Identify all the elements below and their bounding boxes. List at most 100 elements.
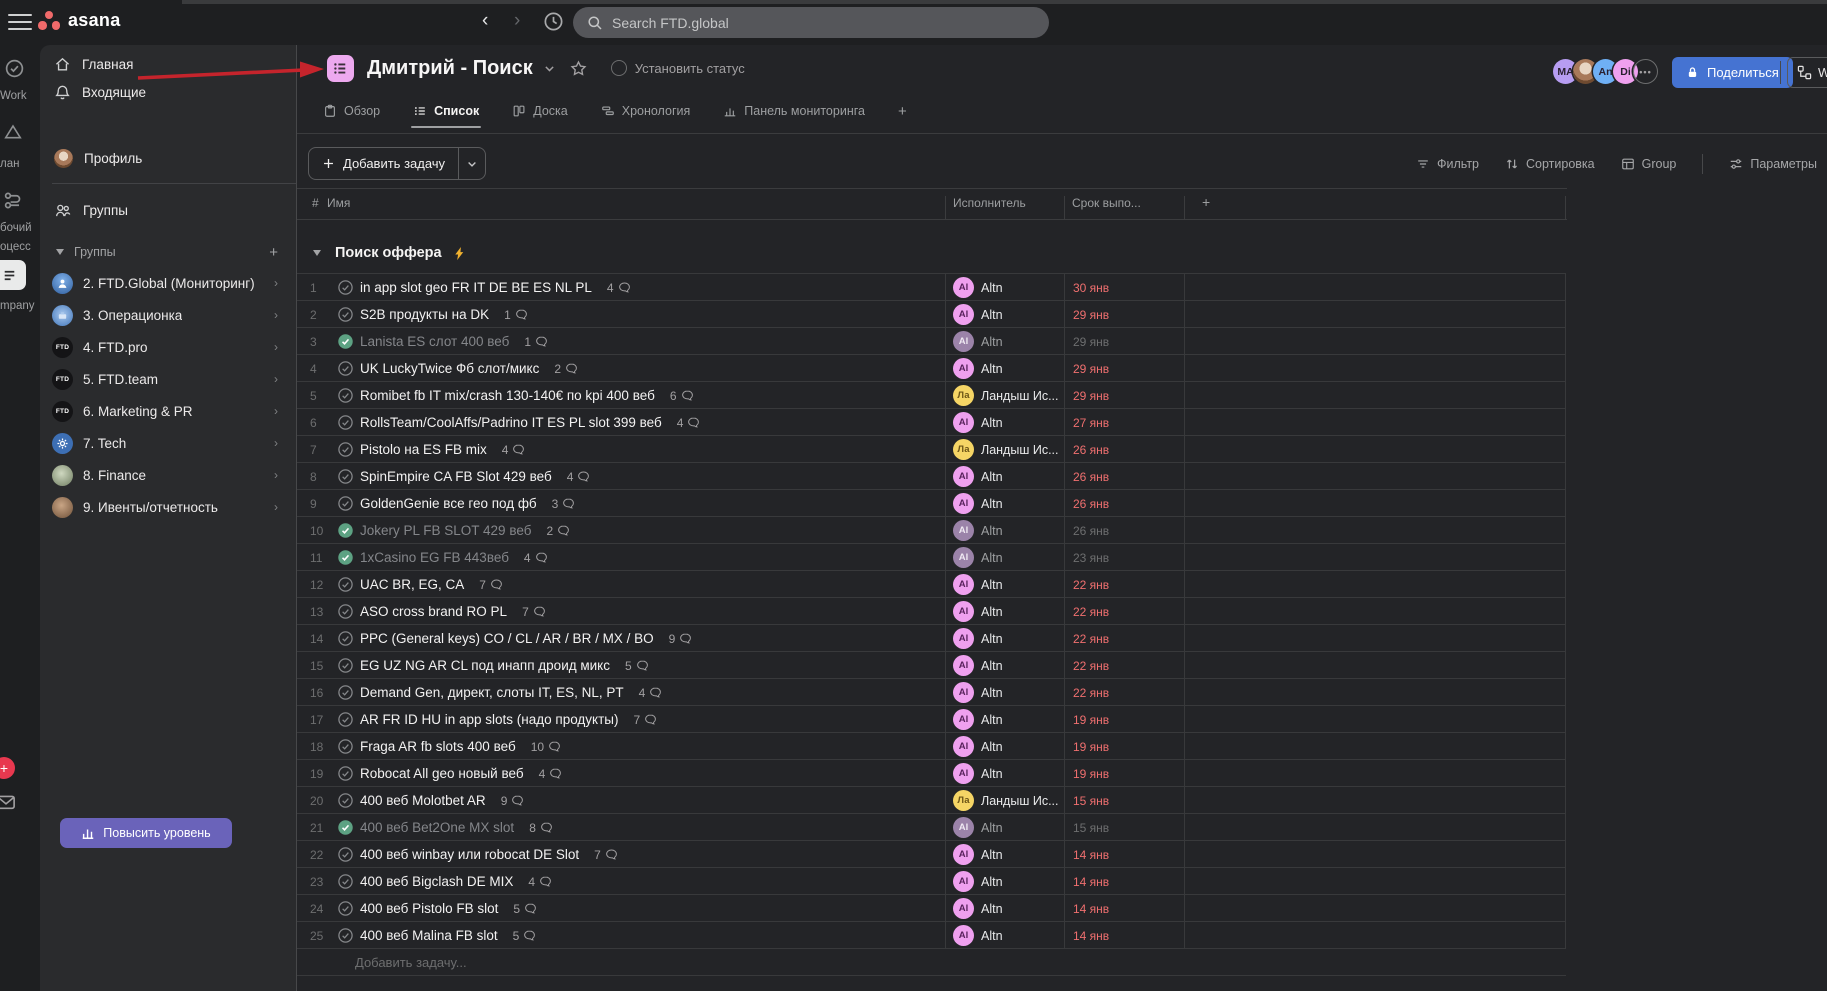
task-name[interactable]: 400 веб Molotbet AR <box>360 793 486 808</box>
task-row[interactable]: 1 in app slot geo FR IT DE BE ES NL PL 4 Al… <box>297 273 1566 301</box>
due-date-cell[interactable]: 29 янв <box>1064 301 1184 328</box>
due-date-cell[interactable]: 19 янв <box>1064 733 1184 760</box>
due-date-cell[interactable]: 30 янв <box>1064 274 1184 301</box>
tab-обзор[interactable]: Обзор <box>323 89 380 133</box>
chevron-right-icon[interactable]: › <box>274 276 278 290</box>
task-row[interactable]: 20 400 веб Molotbet AR 9 Ла Ландыш Ис... 15 я… <box>297 786 1566 814</box>
due-date-cell[interactable]: 22 янв <box>1064 652 1184 679</box>
assignee-cell[interactable]: Al Altn <box>945 625 1064 652</box>
section-header[interactable]: Поиск оффера <box>297 238 467 268</box>
task-row[interactable]: 4 UK LuckyTwice Фб слот/микс 2 Al Altn 29 янв <box>297 354 1566 382</box>
assignee-cell[interactable]: Al Altn <box>945 895 1064 922</box>
task-name[interactable]: Pistolo на ES FB mix <box>360 442 487 457</box>
assignee-cell[interactable]: Al Altn <box>945 679 1064 706</box>
assignee-cell[interactable]: Al Altn <box>945 814 1064 841</box>
task-name[interactable]: Robocat All geo новый веб <box>360 766 524 781</box>
chevron-right-icon[interactable]: › <box>274 340 278 354</box>
task-name[interactable]: UK LuckyTwice Фб слот/микс <box>360 361 539 376</box>
add-task-row[interactable]: Добавить задачу... <box>297 948 1566 976</box>
task-name[interactable]: EG UZ NG AR CL под инапп дроид микс <box>360 658 610 673</box>
due-date-cell[interactable]: 14 янв <box>1064 868 1184 895</box>
task-name[interactable]: RollsTeam/CoolAffs/Padrino IT ES PL slot… <box>360 415 662 430</box>
task-check-icon[interactable] <box>337 414 354 431</box>
sidebar-toggle-icon[interactable] <box>8 14 32 30</box>
assignee-cell[interactable]: Al Altn <box>945 544 1064 571</box>
task-check-icon[interactable] <box>337 711 354 728</box>
assignee-cell[interactable]: Al Altn <box>945 274 1064 301</box>
assignee-cell[interactable]: Al Altn <box>945 463 1064 490</box>
task-row[interactable]: 13 ASO cross brand RO PL 7 Al Altn 22 янв <box>297 597 1566 625</box>
due-date-cell[interactable]: 19 янв <box>1064 760 1184 787</box>
sidebar-item-inbox[interactable]: Входящие <box>40 79 288 106</box>
tab-панель-мониторинга[interactable]: Панель мониторинга <box>723 89 865 133</box>
sidebar-team-item[interactable]: 2. FTD.Global (Мониторинг) › <box>40 267 288 299</box>
due-date-cell[interactable]: 19 янв <box>1064 706 1184 733</box>
task-row[interactable]: 17 AR FR ID HU in app slots (надо продукт… <box>297 705 1566 733</box>
sidebar-team-item[interactable]: FTD 4. FTD.pro › <box>40 331 288 363</box>
due-date-cell[interactable]: 14 янв <box>1064 895 1184 922</box>
history-clock-icon[interactable] <box>543 11 564 32</box>
group-button[interactable]: Group <box>1621 157 1676 171</box>
task-row[interactable]: 3 Lanista ES слот 400 веб 1 Al Altn 29 янв <box>297 327 1566 355</box>
task-name[interactable]: Demand Gen, директ, слоты IT, ES, NL, PT <box>360 685 624 700</box>
chevron-right-icon[interactable]: › <box>274 372 278 386</box>
assignee-cell[interactable]: Al Altn <box>945 571 1064 598</box>
due-date-cell[interactable]: 14 янв <box>1064 922 1184 949</box>
task-row[interactable]: 14 PPC (General keys) CO / CL / AR / BR /… <box>297 624 1566 652</box>
task-complete-check-icon[interactable] <box>337 549 354 566</box>
project-title[interactable]: Дмитрий - Поиск <box>367 57 533 80</box>
sidebar-team-item[interactable]: 8. Finance › <box>40 459 288 491</box>
task-name[interactable]: 1xCasino EG FB 443веб <box>360 550 509 565</box>
favorite-star-icon[interactable] <box>570 59 587 77</box>
task-row[interactable]: 8 SpinEmpire CA FB Slot 429 веб 4 Al Altn 26 … <box>297 462 1566 490</box>
task-row[interactable]: 11 1xCasino EG FB 443веб 4 Al Altn 23 янв <box>297 543 1566 571</box>
rail-company-doc-icon[interactable] <box>0 260 26 290</box>
title-chevron-down-icon[interactable] <box>543 62 556 75</box>
notification-badge[interactable]: + <box>0 757 15 779</box>
sidebar-team-item[interactable]: 7. Tech › <box>40 427 288 459</box>
task-check-icon[interactable] <box>337 495 354 512</box>
sidebar-team-item[interactable]: 9. Ивенты/отчетность › <box>40 491 288 523</box>
task-name[interactable]: SpinEmpire CA FB Slot 429 веб <box>360 469 552 484</box>
task-row[interactable]: 16 Demand Gen, директ, слоты IT, ES, NL, … <box>297 678 1566 706</box>
assignee-cell[interactable]: Al Altn <box>945 355 1064 382</box>
upgrade-button[interactable]: Повысить уровень <box>60 818 232 848</box>
assignee-cell[interactable]: Al Altn <box>945 490 1064 517</box>
task-name[interactable]: Romibet fb IT mix/crash 130-140€ по kpi … <box>360 388 655 403</box>
task-name[interactable]: AR FR ID HU in app slots (надо продукты) <box>360 712 618 727</box>
task-complete-check-icon[interactable] <box>337 522 354 539</box>
chevron-right-icon[interactable]: › <box>274 404 278 418</box>
add-task-dropdown[interactable] <box>459 148 485 179</box>
sidebar-team-item[interactable]: FTD 6. Marketing & PR › <box>40 395 288 427</box>
sidebar-item-groups[interactable]: Группы <box>40 197 288 224</box>
task-name[interactable]: S2B продукты на DK <box>360 307 489 322</box>
add-task-button[interactable]: Добавить задачу <box>308 147 487 180</box>
task-check-icon[interactable] <box>337 441 354 458</box>
tab-доска[interactable]: Доска <box>512 89 568 133</box>
more-members-button[interactable]: ••• <box>1633 59 1658 84</box>
assignee-cell[interactable]: Al Altn <box>945 301 1064 328</box>
task-row[interactable]: 5 Romibet fb IT mix/crash 130-140€ по kpi… <box>297 381 1566 409</box>
task-complete-check-icon[interactable] <box>337 333 354 350</box>
tab-хронология[interactable]: Хронология <box>601 89 690 133</box>
task-check-icon[interactable] <box>337 360 354 377</box>
tab--[interactable]: + <box>898 89 907 133</box>
task-check-icon[interactable] <box>337 603 354 620</box>
due-date-cell[interactable]: 15 янв <box>1064 814 1184 841</box>
task-check-icon[interactable] <box>337 387 354 404</box>
task-check-icon[interactable] <box>337 306 354 323</box>
task-name[interactable]: ASO cross brand RO PL <box>360 604 507 619</box>
task-row[interactable]: 23 400 веб Bigclash DE MIX 4 Al Altn 14 янв <box>297 867 1566 895</box>
assignee-cell[interactable]: Al Altn <box>945 517 1064 544</box>
set-status-button[interactable]: Установить статус <box>610 60 745 76</box>
task-name[interactable]: Jokery PL FB SLOT 429 веб <box>360 523 531 538</box>
task-row[interactable]: 19 Robocat All geo новый веб 4 Al Altn 19 янв <box>297 759 1566 787</box>
add-group-icon[interactable]: + <box>269 244 278 261</box>
assignee-cell[interactable]: Al Altn <box>945 760 1064 787</box>
workflow-button[interactable]: Wo <box>1787 57 1827 88</box>
due-date-cell[interactable]: 15 янв <box>1064 787 1184 814</box>
due-date-cell[interactable]: 29 янв <box>1064 382 1184 409</box>
section-collapse-icon[interactable] <box>313 250 321 256</box>
task-check-icon[interactable] <box>337 630 354 647</box>
search-input[interactable]: Search FTD.global <box>573 7 1049 38</box>
